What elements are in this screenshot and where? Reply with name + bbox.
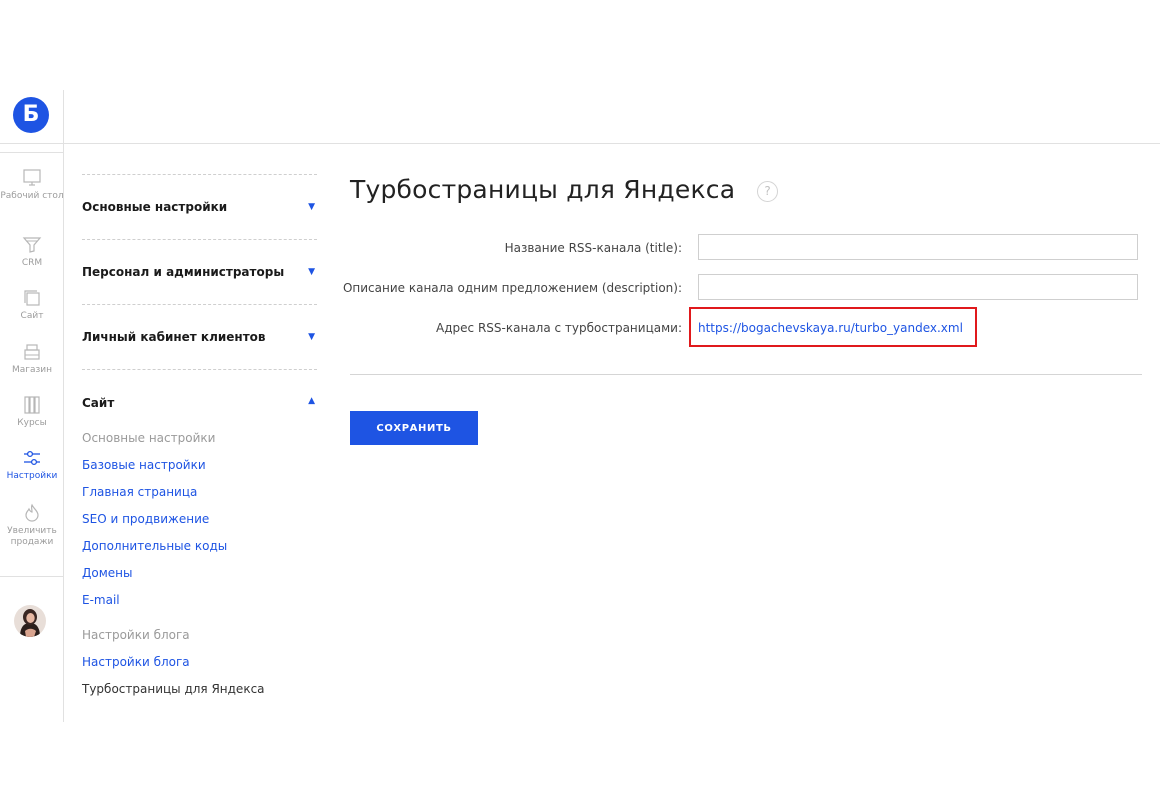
section-divider: [82, 369, 317, 370]
chevron-down-icon[interactable]: ▼: [308, 267, 315, 277]
rail-label: Курсы: [17, 418, 47, 428]
funnel-icon: [22, 237, 42, 253]
chevron-up-icon[interactable]: ▲: [308, 396, 315, 406]
blog-group-title: Настройки блога: [82, 628, 190, 642]
brand-logo[interactable]: Б: [13, 97, 49, 133]
chevron-down-icon[interactable]: ▼: [308, 202, 315, 212]
site-group-title: Основные настройки: [82, 431, 216, 445]
rail-item-settings[interactable]: Настройки: [0, 448, 64, 482]
sidebar-link-home-page[interactable]: Главная страница: [82, 485, 197, 500]
rss-url-label: Адрес RSS-канала с турбостраницами:: [436, 321, 682, 335]
rail-label: Сайт: [20, 311, 44, 321]
rail-item-site[interactable]: Сайт: [0, 288, 64, 322]
sidebar-link-extra-codes[interactable]: Дополнительные коды: [82, 539, 227, 554]
save-button[interactable]: СОХРАНИТЬ: [350, 411, 478, 445]
cash-register-icon: [24, 344, 40, 360]
monitor-icon: [23, 169, 41, 186]
section-divider: [82, 174, 317, 175]
sidebar-current-item: Турбостраницы для Яндекса: [82, 682, 265, 696]
section-divider: [82, 304, 317, 305]
section-staff-admins[interactable]: Персонал и администраторы: [82, 265, 284, 279]
sliders-icon: [24, 450, 40, 466]
sidebar-link-domains[interactable]: Домены: [82, 566, 132, 581]
rss-description-input[interactable]: [698, 274, 1138, 300]
page-title: Турбостраницы для Яндекса: [350, 175, 736, 204]
books-icon: [24, 396, 40, 414]
rail-label: Магазин: [11, 365, 53, 375]
app-rail: Б Рабочий стол CRM Сайт Магазин Курсы На…: [0, 90, 64, 722]
rail-item-crm[interactable]: CRM: [0, 235, 64, 269]
rail-label: Увеличить продажи: [7, 526, 57, 547]
rss-url-link[interactable]: https://bogachevskaya.ru/turbo_yandex.xm…: [698, 321, 963, 335]
rail-item-increase-sales[interactable]: Увеличить продажи: [0, 503, 64, 548]
section-basic-settings[interactable]: Основные настройки: [82, 200, 227, 214]
rail-item-courses[interactable]: Курсы: [0, 395, 64, 429]
form-divider: [350, 374, 1142, 375]
rail-label: Рабочий стол: [0, 191, 64, 201]
sidebar-link-base-settings[interactable]: Базовые настройки: [82, 458, 206, 473]
header-bottom-border: [0, 143, 1160, 144]
chevron-down-icon[interactable]: ▼: [308, 332, 315, 342]
rss-title-label: Название RSS-канала (title):: [504, 241, 682, 255]
rail-divider: [0, 576, 64, 577]
rss-title-input[interactable]: [698, 234, 1138, 260]
pages-icon: [24, 290, 40, 306]
rail-item-shop[interactable]: Магазин: [0, 342, 64, 376]
rail-label: Настройки: [6, 471, 58, 481]
sidebar-link-email[interactable]: E-mail: [82, 593, 120, 608]
rss-description-label: Описание канала одним предложением (desc…: [342, 281, 682, 295]
sidebar-link-blog-settings[interactable]: Настройки блога: [82, 655, 190, 670]
rail-divider: [0, 152, 64, 153]
flame-icon: [25, 503, 39, 522]
rail-label: CRM: [21, 258, 43, 268]
help-icon[interactable]: ?: [757, 181, 778, 202]
sidebar-link-seo[interactable]: SEO и продвижение: [82, 512, 209, 527]
section-site[interactable]: Сайт: [82, 396, 114, 410]
section-client-cabinet[interactable]: Личный кабинет клиентов: [82, 330, 266, 344]
user-avatar[interactable]: [14, 605, 46, 637]
section-divider: [82, 239, 317, 240]
rail-item-desktop[interactable]: Рабочий стол: [0, 168, 64, 202]
